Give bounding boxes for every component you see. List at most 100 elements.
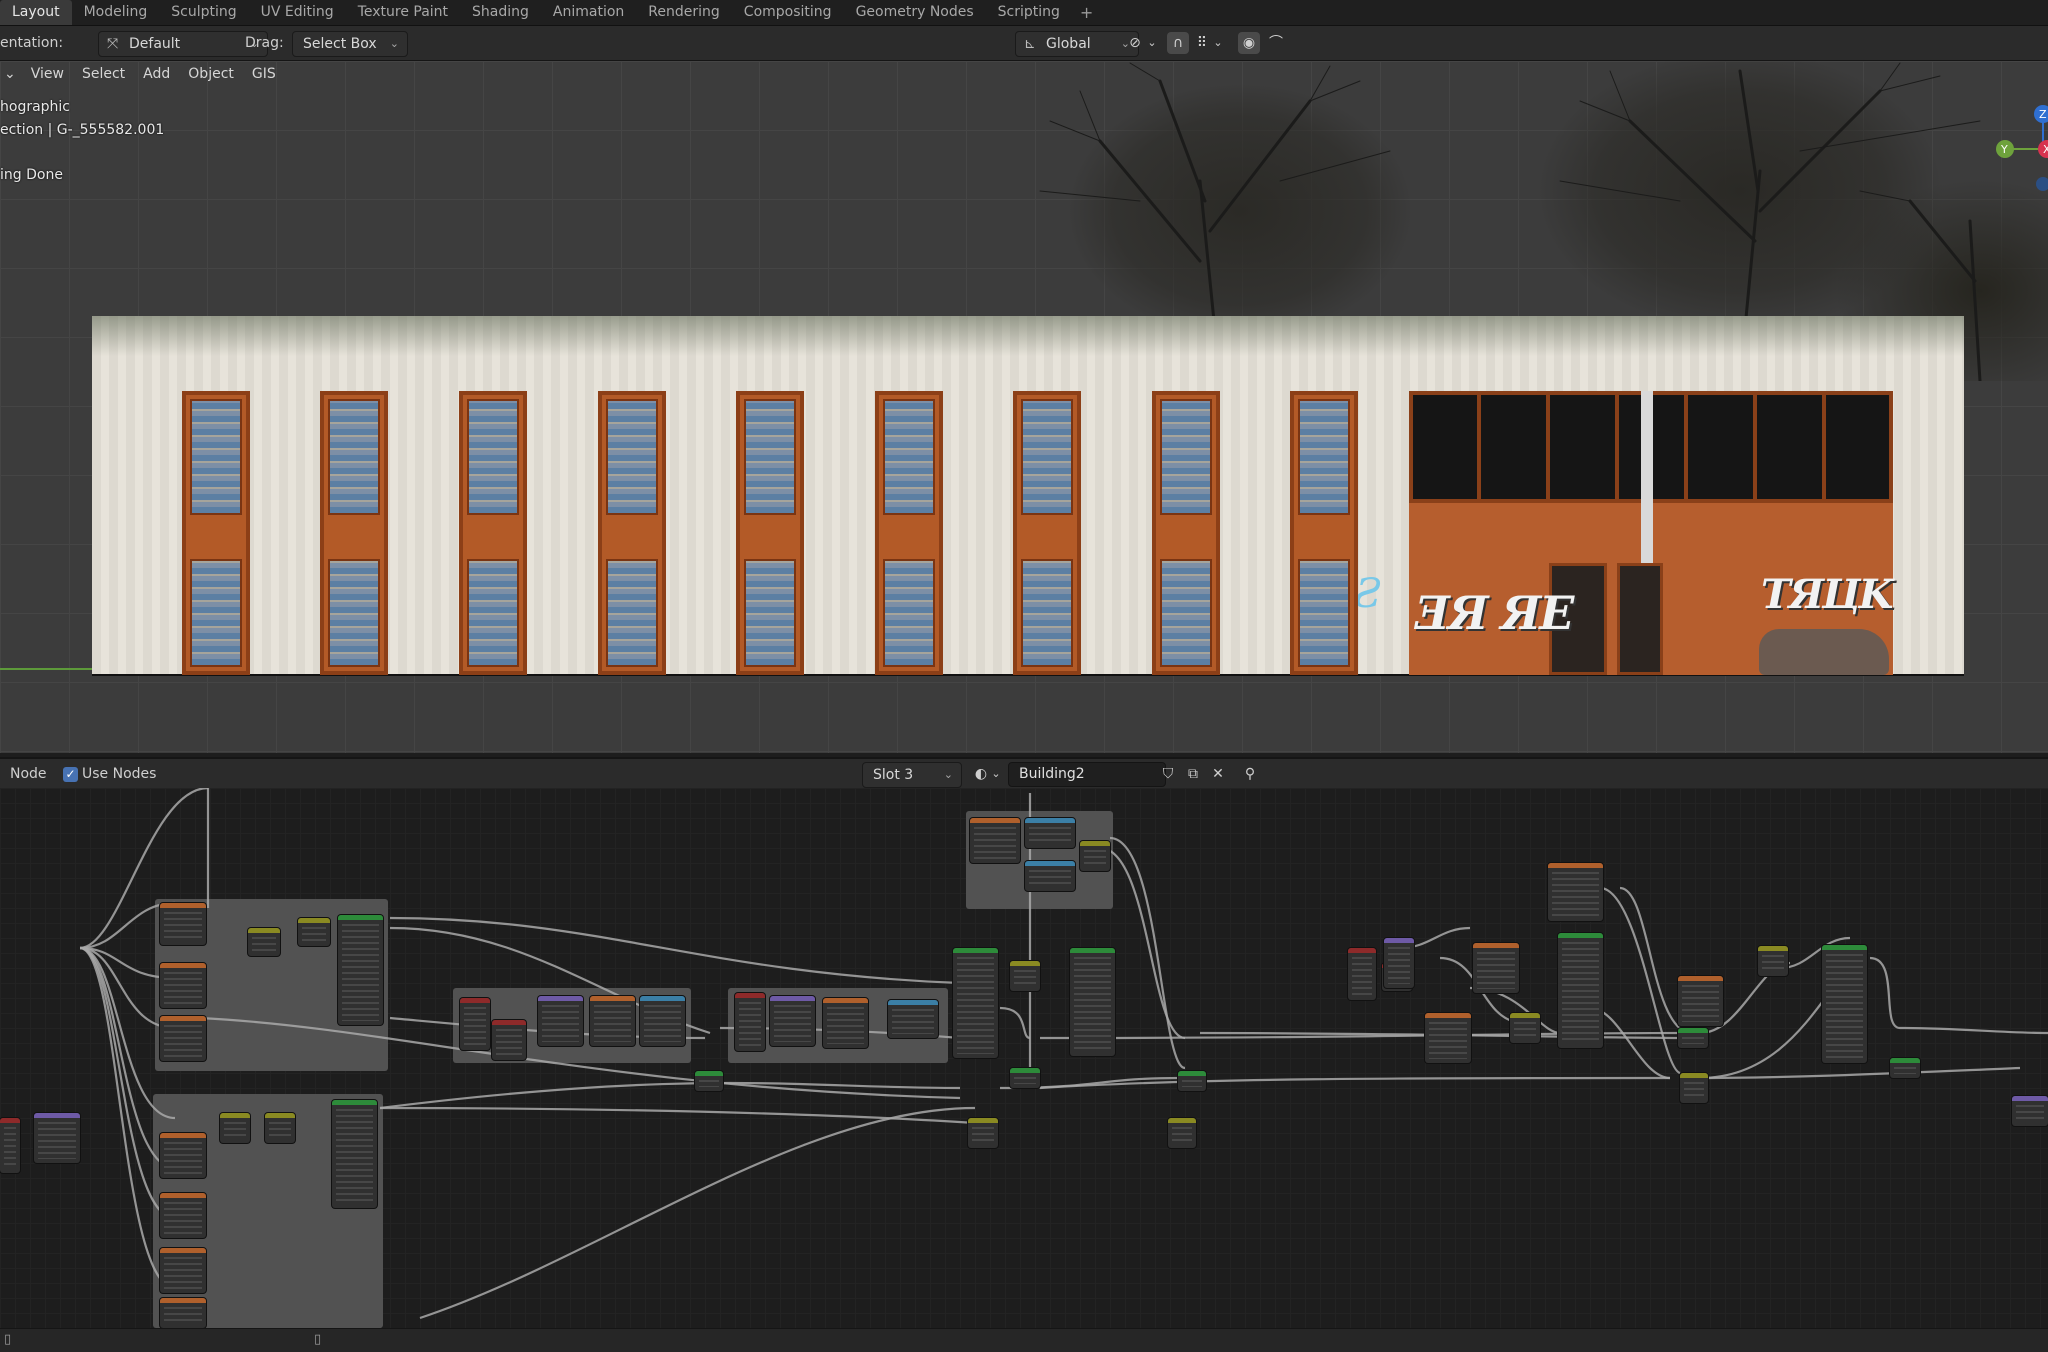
shader-node[interactable] [1558,933,1603,1048]
node-header[interactable] [968,1118,998,1123]
node-header[interactable] [1758,946,1788,951]
tab-sculpting[interactable]: Sculpting [159,0,248,25]
shader-node[interactable] [1010,1068,1040,1088]
node-header[interactable] [1070,948,1115,953]
orientation-dropdown[interactable]: ⤧ Default ⌄ [98,31,268,57]
node-header[interactable] [160,1016,206,1021]
shader-node[interactable] [460,998,490,1050]
duplicate-material-icon[interactable]: ⧉ [1182,763,1204,785]
node-header[interactable] [770,996,815,1001]
chevron-down-icon[interactable]: ⌄ [1211,32,1225,54]
node-header[interactable] [1822,945,1867,950]
shader-node[interactable] [735,993,765,1051]
shader-node[interactable] [538,996,583,1046]
shader-node[interactable] [1425,1013,1471,1063]
node-header[interactable] [888,1000,938,1005]
tab-uv-editing[interactable]: UV Editing [249,0,346,25]
node-header[interactable] [160,903,206,908]
node-header[interactable] [1678,1028,1708,1033]
node-header[interactable] [1473,943,1519,948]
node-header[interactable] [492,1020,526,1025]
node-header[interactable] [220,1113,250,1118]
gizmo-neg-z-axis[interactable] [2036,177,2048,191]
shader-node[interactable] [640,996,685,1046]
shader-node[interactable] [298,918,330,946]
node-header[interactable] [1010,961,1040,966]
shader-node[interactable] [1890,1058,1920,1078]
shader-node[interactable] [220,1113,250,1143]
shader-node[interactable] [248,928,280,956]
tab-shading[interactable]: Shading [460,0,541,25]
shader-node[interactable] [1678,1028,1708,1048]
node-header[interactable] [1080,841,1110,846]
shader-node[interactable] [332,1100,377,1208]
shader-node[interactable] [160,1248,206,1293]
tab-modeling[interactable]: Modeling [72,0,160,25]
node-header[interactable] [460,998,490,1003]
shader-node[interactable] [1822,945,1867,1063]
node-header[interactable] [1178,1071,1206,1076]
shader-node[interactable] [1680,1073,1708,1103]
node-header[interactable] [823,998,868,1003]
node-header[interactable] [1168,1118,1196,1123]
viewport-menu-object[interactable]: Object [179,66,243,82]
shader-node[interactable] [1384,938,1414,988]
viewport-menu-add[interactable]: Add [134,66,179,82]
shader-node[interactable] [695,1071,723,1091]
node-header[interactable] [538,996,583,1001]
shader-node[interactable] [160,903,206,945]
node-header[interactable] [1548,863,1603,868]
node-header[interactable] [2012,1096,2048,1101]
drag-dropdown[interactable]: Select Box ⌄ [292,31,408,57]
tab-scripting[interactable]: Scripting [986,0,1072,25]
shader-node[interactable] [0,1118,20,1173]
tab-rendering[interactable]: Rendering [636,0,732,25]
material-sphere-icon[interactable]: ◐ [970,763,992,785]
node-menu[interactable]: Node [10,759,47,789]
node-header[interactable] [338,915,383,920]
shader-node[interactable] [968,1118,998,1148]
shader-node[interactable] [590,996,635,1046]
transform-orientation-dropdown[interactable]: ⊾ Global ⌄ [1015,31,1139,57]
node-header[interactable] [640,996,685,1001]
material-name-field[interactable]: Building2 [1008,762,1166,787]
shader-node[interactable] [1080,841,1110,871]
tab-geometry-nodes[interactable]: Geometry Nodes [844,0,986,25]
shader-node[interactable] [1070,948,1115,1056]
shader-node[interactable] [34,1113,80,1163]
node-header[interactable] [34,1113,80,1118]
shader-node[interactable] [1758,946,1788,976]
navigation-gizmo[interactable]: Z Y X [1985,94,2048,194]
3d-viewport[interactable]: ⌄ View Select Add Object GIS hographic ectio… [0,61,2048,753]
node-header[interactable] [1680,1073,1708,1078]
shader-node[interactable] [1510,1013,1540,1043]
chevron-down-icon[interactable]: ⌄ [1145,32,1159,54]
use-nodes-checkbox[interactable]: ✓ [63,767,78,782]
chevron-down-icon[interactable]: ⌄ [990,763,1002,785]
shader-node[interactable] [1178,1071,1206,1091]
node-header[interactable] [1025,861,1075,866]
shader-node[interactable] [265,1113,295,1143]
tab-layout[interactable]: Layout [0,0,72,25]
shader-node[interactable] [160,1016,206,1061]
node-header[interactable] [160,1193,206,1198]
shader-node[interactable] [338,915,383,1025]
pin-icon[interactable]: ⚲ [1239,763,1261,785]
node-header[interactable] [0,1118,20,1123]
node-header[interactable] [1510,1013,1540,1018]
node-header[interactable] [265,1113,295,1118]
shader-node[interactable] [823,998,868,1048]
shader-node[interactable] [1010,961,1040,991]
shader-node[interactable] [160,1133,206,1178]
node-header[interactable] [1025,818,1075,823]
viewport-menu-gis[interactable]: GIS [243,66,285,82]
node-header[interactable] [735,993,765,998]
node-header[interactable] [1425,1013,1471,1018]
node-header[interactable] [695,1071,723,1076]
node-header[interactable] [160,963,206,968]
node-header[interactable] [332,1100,377,1105]
shader-node[interactable] [770,996,815,1046]
node-header[interactable] [160,1133,206,1138]
node-header[interactable] [298,918,330,923]
pivot-point-icon[interactable]: ⊘ [1124,32,1146,54]
